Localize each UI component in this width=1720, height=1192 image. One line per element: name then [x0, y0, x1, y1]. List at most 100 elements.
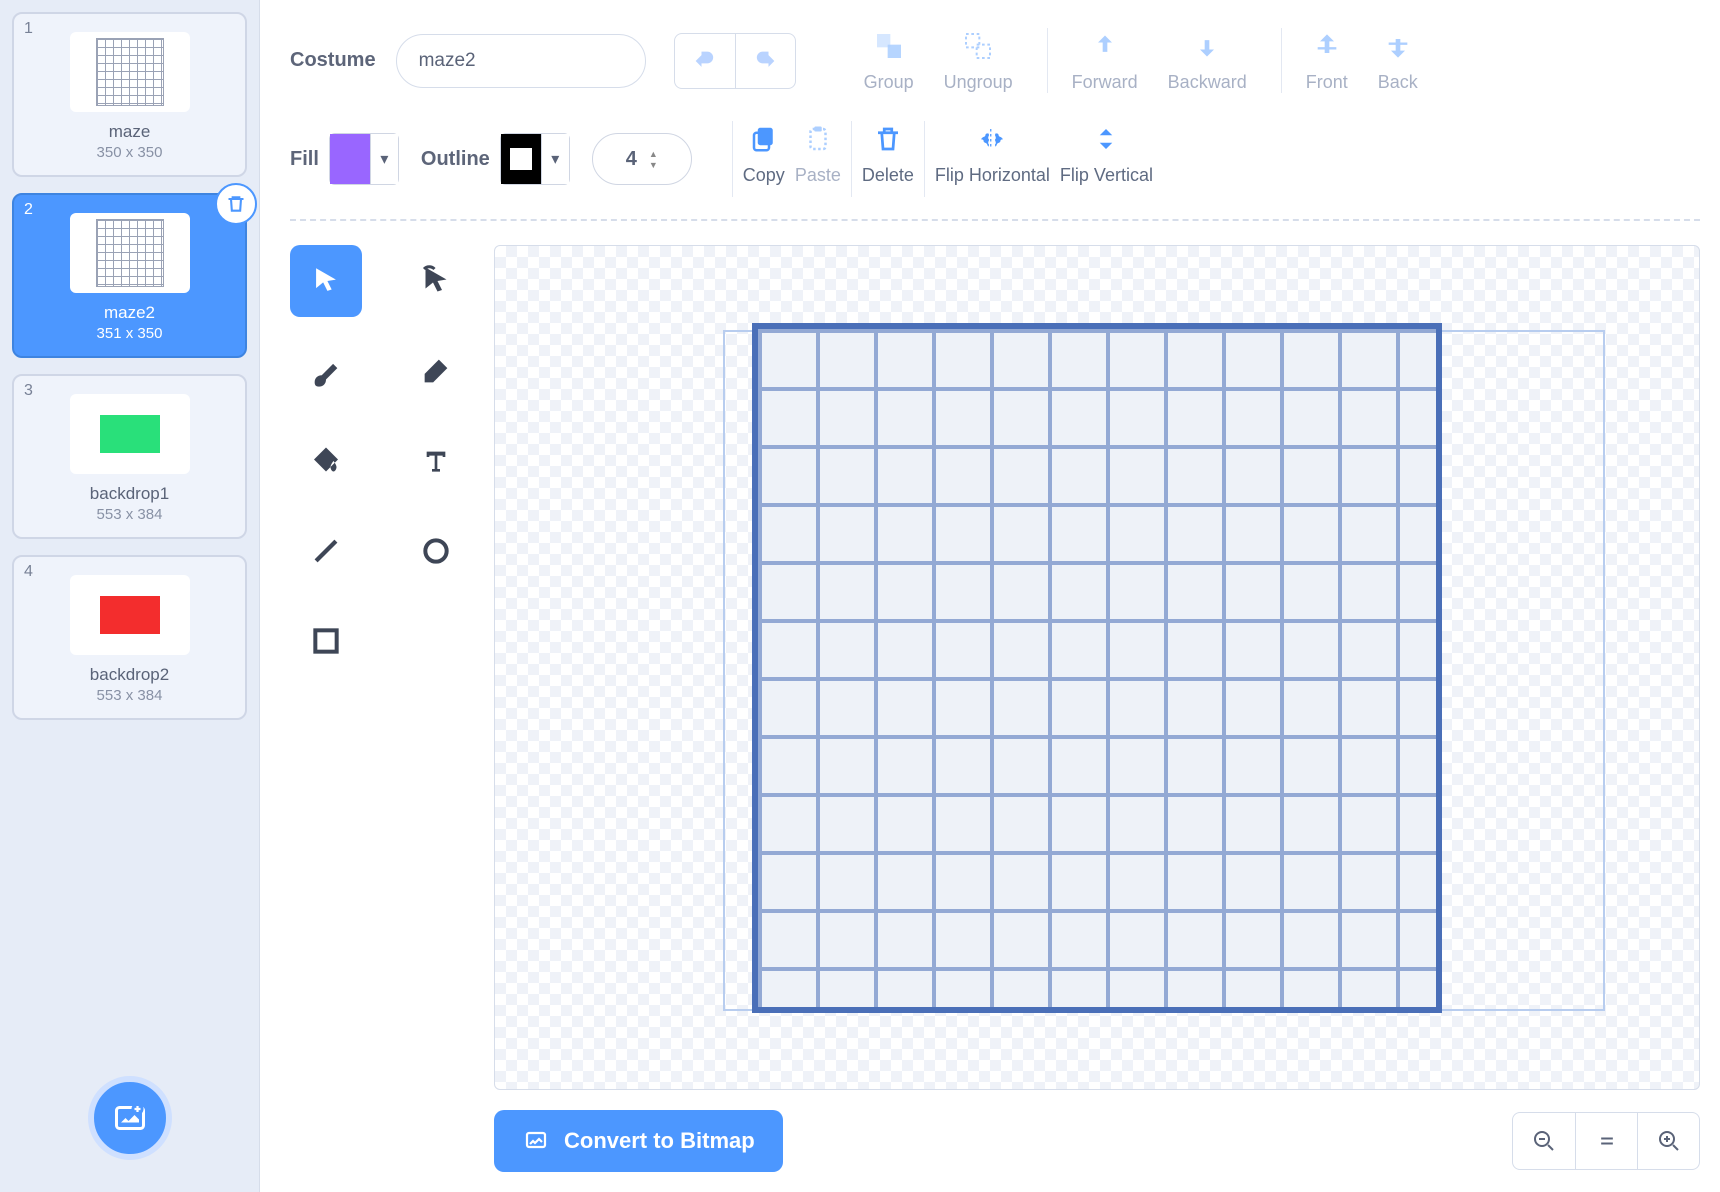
top-toolbar: Costume Group Ungroup Forward Backward F… [290, 0, 1700, 93]
redo-button[interactable] [735, 34, 795, 88]
tile-number: 3 [24, 382, 33, 400]
second-toolbar: Fill ▾ Outline ▾ 4 ▲▼ Copy Paste Delete F… [290, 121, 1700, 219]
costume-dimensions: 351 x 350 [24, 325, 235, 342]
divider [732, 121, 733, 197]
top-actions: Group Ungroup Forward Backward Front Bac… [840, 28, 1442, 93]
costume-thumbnail [70, 575, 190, 655]
bottom-bar: Convert to Bitmap [494, 1110, 1700, 1172]
group-icon [871, 28, 907, 64]
backward-button[interactable]: Backward [1168, 28, 1247, 93]
costume-tile-3[interactable]: 3 backdrop1 553 x 384 [12, 374, 247, 539]
costume-dimensions: 350 x 350 [24, 144, 235, 161]
ungroup-button[interactable]: Ungroup [944, 28, 1013, 93]
outline-color-preview [501, 134, 541, 184]
divider [924, 121, 925, 197]
fill-color-preview [330, 134, 370, 184]
convert-to-bitmap-button[interactable]: Convert to Bitmap [494, 1110, 783, 1172]
flip-vertical-button[interactable]: Flip Vertical [1060, 121, 1153, 197]
flip-horizontal-label: Flip Horizontal [935, 165, 1050, 186]
flip-vertical-label: Flip Vertical [1060, 165, 1153, 186]
select-tool[interactable] [290, 245, 362, 317]
outline-label: Outline [421, 148, 490, 171]
back-label: Back [1378, 72, 1418, 93]
brush-tool[interactable] [290, 335, 362, 407]
spinner-icon: ▲▼ [649, 149, 658, 170]
ungroup-icon [960, 28, 996, 64]
costume-name-label: maze [24, 122, 235, 142]
costume-tile-2[interactable]: 2 maze2 351 x 350 [12, 193, 247, 358]
convert-label: Convert to Bitmap [564, 1128, 755, 1154]
front-button[interactable]: Front [1306, 28, 1348, 93]
tile-number: 1 [24, 20, 33, 38]
flip-vertical-icon [1088, 121, 1124, 157]
zoom-reset-button[interactable] [1575, 1113, 1637, 1169]
line-tool[interactable] [290, 515, 362, 587]
fill-swatch[interactable]: ▾ [329, 133, 399, 185]
tile-number: 2 [24, 201, 33, 219]
delete-costume-button[interactable] [215, 183, 257, 225]
undo-button[interactable] [675, 34, 735, 88]
paste-icon [800, 121, 836, 157]
paint-editor: Costume Group Ungroup Forward Backward F… [260, 0, 1720, 1192]
undo-redo-group [674, 33, 796, 89]
chevron-down-icon: ▾ [370, 134, 398, 184]
back-button[interactable]: Back [1378, 28, 1418, 93]
canvas-artwork [752, 323, 1442, 1013]
fill-tool[interactable] [290, 425, 362, 497]
paste-label: Paste [795, 165, 841, 186]
outline-swatch[interactable]: ▾ [500, 133, 570, 185]
divider [290, 219, 1700, 221]
circle-tool[interactable] [400, 515, 472, 587]
backward-label: Backward [1168, 72, 1247, 93]
copy-icon [746, 121, 782, 157]
outline-width-input[interactable]: 4 ▲▼ [592, 133, 692, 185]
costume-dimensions: 553 x 384 [24, 687, 235, 704]
group-button[interactable]: Group [864, 28, 914, 93]
backward-icon [1189, 28, 1225, 64]
add-costume-button[interactable] [88, 1076, 172, 1160]
delete-label: Delete [862, 165, 914, 186]
costume-thumbnail [70, 32, 190, 112]
costume-name-label: maze2 [24, 303, 235, 323]
costume-tile-4[interactable]: 4 backdrop2 553 x 384 [12, 555, 247, 720]
flip-horizontal-button[interactable]: Flip Horizontal [935, 121, 1050, 197]
tile-number: 4 [24, 563, 33, 581]
divider [851, 121, 852, 197]
tool-palette [290, 245, 472, 1172]
delete-button[interactable]: Delete [862, 121, 914, 197]
costume-label: Costume [290, 49, 376, 72]
rectangle-tool[interactable] [290, 605, 362, 677]
copy-button[interactable]: Copy [743, 121, 785, 197]
costume-name-label: backdrop1 [24, 484, 235, 504]
costume-name-input[interactable] [396, 34, 646, 88]
zoom-controls [1512, 1112, 1700, 1170]
forward-label: Forward [1072, 72, 1138, 93]
costume-dimensions: 553 x 384 [24, 506, 235, 523]
text-tool[interactable] [400, 425, 472, 497]
fill-label: Fill [290, 148, 319, 171]
trash-icon [870, 121, 906, 157]
forward-icon [1087, 28, 1123, 64]
group-label: Group [864, 72, 914, 93]
reshape-tool[interactable] [400, 245, 472, 317]
costume-list: 1 maze 350 x 350 2 maze2 351 x 350 3 bac… [12, 12, 247, 720]
costume-sidebar: 1 maze 350 x 350 2 maze2 351 x 350 3 bac… [0, 0, 260, 1192]
copy-label: Copy [743, 165, 785, 186]
flip-horizontal-icon [974, 121, 1010, 157]
outline-width-value: 4 [626, 148, 637, 171]
eraser-tool[interactable] [400, 335, 472, 407]
paste-button[interactable]: Paste [795, 121, 841, 197]
costume-tile-1[interactable]: 1 maze 350 x 350 [12, 12, 247, 177]
chevron-down-icon: ▾ [541, 134, 569, 184]
front-label: Front [1306, 72, 1348, 93]
costume-thumbnail [70, 213, 190, 293]
zoom-out-button[interactable] [1513, 1113, 1575, 1169]
costume-thumbnail [70, 394, 190, 474]
front-icon [1309, 28, 1345, 64]
zoom-in-button[interactable] [1637, 1113, 1699, 1169]
back-icon [1380, 28, 1416, 64]
forward-button[interactable]: Forward [1072, 28, 1138, 93]
costume-name-label: backdrop2 [24, 665, 235, 685]
ungroup-label: Ungroup [944, 72, 1013, 93]
paint-canvas[interactable] [494, 245, 1700, 1090]
